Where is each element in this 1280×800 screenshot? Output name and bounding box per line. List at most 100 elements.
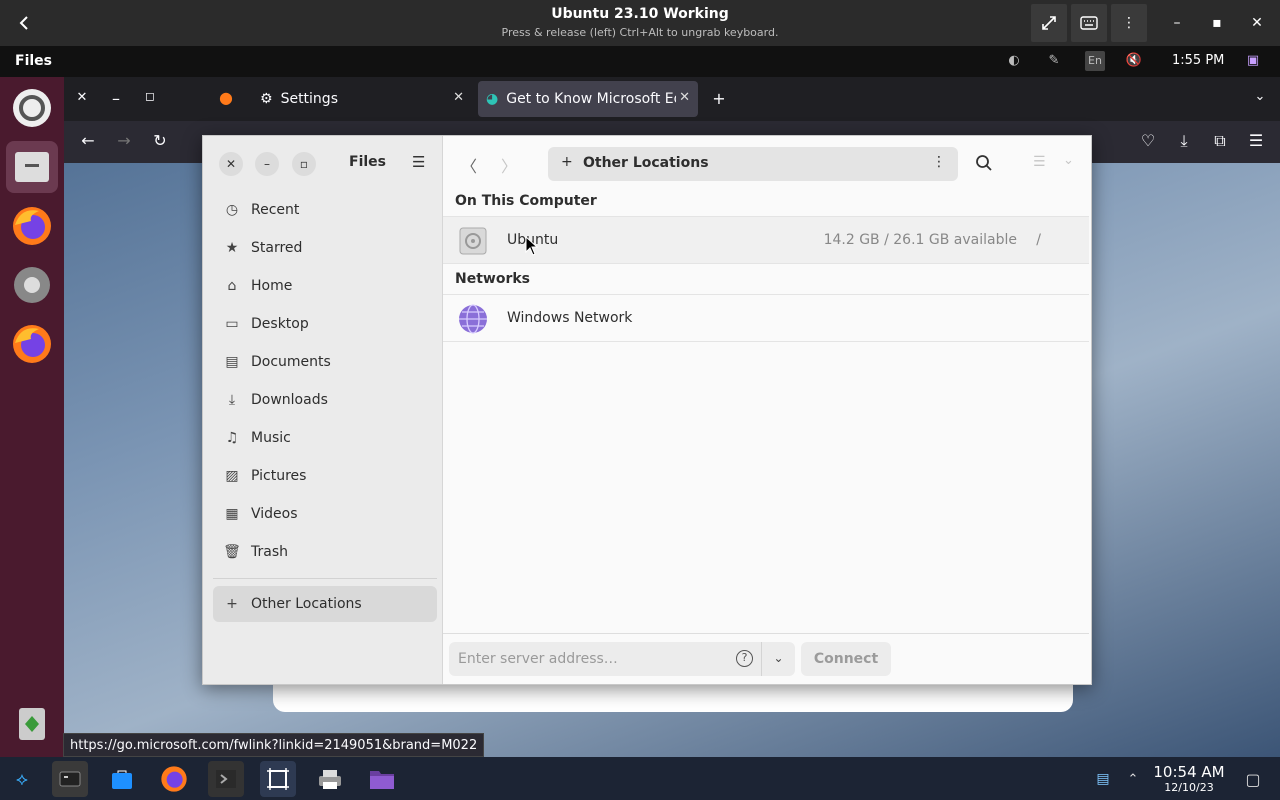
notifications-icon[interactable]: ▢ (1238, 761, 1268, 797)
link-status-url: https://go.microsoft.com/fwlink?linkid=2… (63, 733, 485, 757)
show-hidden-icons-chevron-icon[interactable]: ⌃ (1118, 761, 1148, 797)
printer-icon[interactable] (312, 761, 348, 797)
kebab-menu-icon[interactable]: ⋮ (932, 154, 946, 170)
host-taskbar: ⟡ ▤ ⌃ 10:54 AM 12/10/23 ▢ (0, 757, 1280, 800)
sidebar-item-label: Music (251, 430, 291, 446)
forward-arrow-icon[interactable]: → (112, 131, 136, 150)
taskbar-time[interactable]: 10:54 AM (1150, 763, 1228, 781)
recycle-bin-icon[interactable] (6, 697, 58, 749)
sidebar-item-recent[interactable]: ◷ Recent (213, 192, 437, 228)
downloads-icon[interactable]: ⤓ (1172, 131, 1196, 151)
gnome-clock[interactable]: 1:55 PM (1172, 53, 1224, 68)
settings-gear-icon[interactable] (6, 259, 58, 311)
fullscreen-icon[interactable] (1031, 4, 1067, 42)
sidebar-item-label: Starred (251, 240, 303, 256)
sidebar-item-label: Other Locations (251, 596, 362, 612)
firefox-taskbar-icon[interactable] (156, 761, 192, 797)
sidebar-item-home[interactable]: ⌂ Home (213, 268, 437, 304)
location-name: Windows Network (507, 310, 633, 326)
hard-drive-icon (459, 227, 487, 255)
tab-list-chevron-icon[interactable]: ⌄ (1248, 89, 1272, 104)
minimize-window-icon[interactable]: – (104, 89, 128, 108)
search-icon[interactable] (975, 154, 993, 176)
sidebar-item-pictures[interactable]: ▨ Pictures (213, 458, 437, 494)
maximize-icon[interactable]: ▫ (292, 152, 316, 176)
minimize-icon[interactable]: – (255, 152, 279, 176)
keyboard-layout-indicator[interactable]: En (1085, 51, 1105, 71)
server-address-input[interactable] (449, 642, 761, 676)
tab-label: Settings (280, 91, 338, 107)
pocket-icon[interactable]: ♡ (1136, 131, 1160, 150)
firefox-tab-icon[interactable]: ● (214, 88, 238, 107)
location-row-ubuntu[interactable]: Ubuntu 14.2 GB / 26.1 GB available / (443, 216, 1089, 264)
sidebar-item-label: Documents (251, 354, 331, 370)
recent-servers-dropdown[interactable]: ⌄ (761, 642, 795, 676)
ubuntu-installer-icon[interactable] (6, 82, 58, 134)
active-app-label[interactable]: Files (15, 53, 52, 69)
folder-icon[interactable] (364, 761, 400, 797)
download-icon: ⤓ (228, 392, 236, 408)
hamburger-menu-icon[interactable]: ☰ (412, 153, 425, 171)
close-icon[interactable]: ✕ (1237, 0, 1277, 46)
back-arrow-icon[interactable]: ← (76, 131, 100, 150)
maximize-icon[interactable]: ▪ (1197, 0, 1237, 46)
sidebar-item-label: Trash (251, 544, 288, 560)
firefox-icon-2[interactable] (6, 318, 58, 370)
desktop-icon: ▭ (225, 316, 239, 332)
sidebar-item-label: Videos (251, 506, 298, 522)
close-tab-icon[interactable]: ✕ (679, 90, 690, 105)
tab-microsoft-edge[interactable]: ◕ Get to Know Microsoft Ed ✕ (478, 81, 698, 117)
keyboard-icon[interactable] (1071, 4, 1107, 42)
home-icon: ⌂ (227, 278, 237, 294)
terminal-icon[interactable] (208, 761, 244, 797)
clipboard-icon[interactable]: ▤ (1088, 761, 1118, 797)
vm-window-icon[interactable] (260, 761, 296, 797)
gear-icon: ⚙ (260, 91, 273, 107)
sidebar-item-trash[interactable]: 🗑 Trash (213, 534, 437, 570)
close-window-icon[interactable]: ✕ (70, 90, 94, 105)
sidebar-item-downloads[interactable]: ⤓ Downloads (213, 382, 437, 418)
close-tab-icon[interactable]: ✕ (453, 90, 464, 105)
sidebar-item-starred[interactable]: ★ Starred (213, 230, 437, 266)
pin-icon[interactable]: ✎ (1044, 51, 1064, 71)
connect-button[interactable]: Connect (801, 642, 891, 676)
hamburger-menu-icon[interactable]: ☰ (1244, 131, 1268, 150)
help-icon[interactable]: ? (736, 650, 753, 667)
section-header-computer: On This Computer (455, 193, 597, 209)
sidebar-item-music[interactable]: ♫ Music (213, 420, 437, 456)
section-header-networks: Networks (455, 271, 531, 287)
taskbar-date[interactable]: 12/10/23 (1150, 781, 1228, 794)
task-view-icon[interactable] (52, 761, 88, 797)
sidebar-item-desktop[interactable]: ▭ Desktop (213, 306, 437, 342)
sidebar-item-videos[interactable]: ▦ Videos (213, 496, 437, 532)
files-app-icon[interactable] (6, 141, 58, 193)
firefox-icon[interactable] (6, 200, 58, 252)
reload-icon[interactable]: ↻ (148, 131, 172, 150)
display-icon[interactable]: ▣ (1243, 51, 1263, 71)
view-options-chevron-icon[interactable]: ⌄ (1063, 153, 1074, 168)
browser-tab-strip: ✕ – ◻ ● ⚙ Settings ✕ ◕ Get to Know Micro… (64, 77, 1280, 121)
kebab-menu-icon[interactable]: ⋮ (1111, 4, 1147, 42)
location-row-windows-network[interactable]: Windows Network (443, 294, 1089, 342)
list-view-icon[interactable]: ☰ (1033, 154, 1046, 170)
store-icon[interactable] (104, 761, 140, 797)
steam-icon[interactable]: ◐ (1004, 51, 1024, 71)
sidebar-title: Files (349, 154, 386, 170)
sidebar-item-label: Desktop (251, 316, 309, 332)
start-icon[interactable]: ⟡ (4, 761, 40, 797)
location-bar[interactable]: + Other Locations ⋮ (548, 147, 958, 181)
extensions-icon[interactable]: ⧉ (1208, 131, 1232, 151)
sidebar-item-label: Downloads (251, 392, 328, 408)
tab-settings[interactable]: ⚙ Settings ✕ (252, 81, 472, 117)
new-tab-icon[interactable]: + (707, 89, 731, 108)
volume-muted-icon[interactable]: 🔇 (1124, 51, 1144, 71)
files-sidebar: ✕ – ▫ Files ☰ ◷ Recent ★ Starred ⌂ Home … (203, 136, 443, 684)
close-icon[interactable]: ✕ (219, 152, 243, 176)
minimize-icon[interactable]: – (1157, 0, 1197, 46)
restore-window-icon[interactable]: ◻ (138, 89, 162, 103)
sidebar-item-documents[interactable]: ▤ Documents (213, 344, 437, 380)
sidebar-item-other-locations[interactable]: + Other Locations (213, 586, 437, 622)
music-icon: ♫ (225, 430, 239, 446)
forward-chevron-icon[interactable]: 〉 (501, 153, 517, 177)
back-chevron-icon[interactable]: 〈 (461, 153, 477, 177)
